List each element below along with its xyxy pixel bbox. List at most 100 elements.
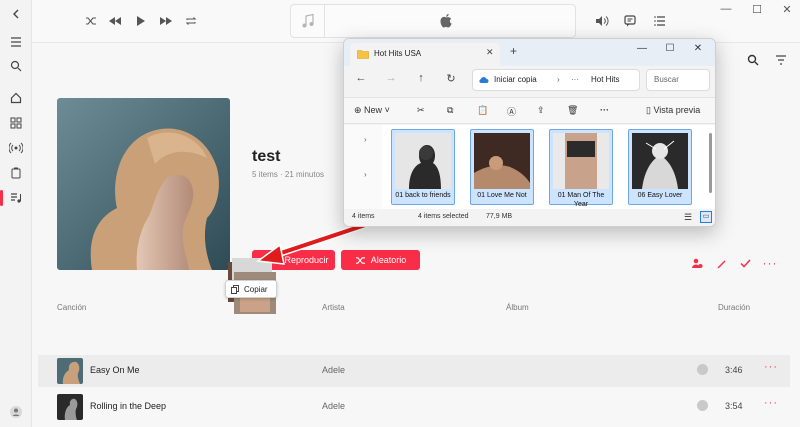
address-bar[interactable]: Iniciar copia › ··· Hot Hits — [472, 69, 640, 91]
add-user-icon[interactable] — [690, 256, 704, 270]
explorer-command-bar: ⊕ New ˅ ✂ ⧉ 📋 Ⓐ ⇪ 🗑 ··· ▯ Vista previa — [344, 97, 715, 124]
explorer-tab-strip: Hot Hits USA ✕ + — ☐ ✕ — [344, 39, 715, 66]
track-row[interactable]: Easy On Me Adele 3:46 ··· — [38, 355, 790, 387]
radio-icon[interactable] — [8, 140, 24, 156]
track-more-icon[interactable]: ··· — [764, 361, 778, 373]
back-icon[interactable]: ← — [354, 72, 368, 86]
shuffle-button-label: Aleatorio — [370, 255, 407, 265]
file-tile[interactable]: 01 back to friends — [391, 129, 455, 205]
explorer-search-placeholder: Buscar — [654, 75, 679, 84]
file-name: 01 back to friends — [395, 192, 451, 199]
explorer-tab-title: Hot Hits USA — [374, 49, 422, 58]
copy-tooltip-label: Copiar — [244, 285, 268, 294]
repeat-icon[interactable] — [182, 12, 200, 30]
music-app-window: — ☐ ✕ test 5 items · 21 minutos Reproduc… — [0, 0, 800, 427]
apple-logo-icon — [439, 13, 453, 34]
back-icon[interactable] — [8, 6, 24, 22]
menu-icon[interactable] — [8, 34, 24, 50]
playlist-icon[interactable] — [8, 190, 24, 206]
download-icon[interactable] — [697, 400, 708, 411]
track-artist[interactable]: Adele — [322, 401, 345, 411]
cut-icon[interactable]: ✂ — [417, 105, 425, 116]
new-tab-icon[interactable]: + — [510, 44, 517, 58]
shuffle-icon — [355, 256, 365, 264]
checkmark-icon[interactable] — [738, 256, 752, 270]
paste-icon[interactable]: 📋 — [477, 105, 488, 116]
tab-close-icon[interactable]: ✕ — [486, 47, 494, 58]
copy-icon[interactable]: ⧉ — [447, 105, 453, 116]
playlist-title: test — [252, 148, 281, 165]
lyrics-icon[interactable] — [621, 12, 639, 30]
next-icon[interactable] — [157, 12, 175, 30]
more-options-icon[interactable]: ··· — [763, 256, 777, 270]
search-icon[interactable] — [744, 51, 762, 69]
breadcrumb-2[interactable]: Hot Hits — [591, 75, 619, 84]
file-name: 01 Man Of The Year — [557, 192, 605, 208]
sort-icon[interactable] — [772, 51, 790, 69]
up-icon[interactable]: ↑ — [414, 72, 428, 86]
explorer-file-area: › › 01 back to friends 01 Love Me Not 01… — [344, 125, 715, 209]
track-duration: 3:46 — [725, 365, 743, 375]
folder-icon — [357, 50, 369, 59]
forward-icon[interactable]: → — [384, 72, 398, 86]
more-icon[interactable]: ··· — [600, 105, 609, 115]
now-playing-display — [290, 4, 576, 38]
file-thumbnail — [632, 133, 688, 189]
column-header-song[interactable]: Canción — [57, 303, 86, 312]
home-icon[interactable] — [8, 90, 24, 106]
browse-icon[interactable] — [8, 115, 24, 131]
status-item-count: 4 items — [352, 213, 375, 220]
player-toolbar: — ☐ ✕ — [32, 0, 800, 42]
breadcrumb-separator: › — [557, 75, 560, 84]
shuffle-button[interactable]: Aleatorio — [341, 250, 420, 270]
minimize-icon[interactable]: — — [715, 3, 737, 15]
explorer-nav-pane: › › — [344, 125, 382, 209]
breadcrumb-1[interactable]: Iniciar copia — [494, 75, 537, 84]
shuffle-icon[interactable] — [82, 12, 100, 30]
breadcrumb-overflow[interactable]: ··· — [571, 75, 579, 84]
volume-icon[interactable] — [593, 12, 611, 30]
explorer-tab[interactable]: Hot Hits USA ✕ — [350, 43, 500, 66]
previous-icon[interactable] — [106, 12, 124, 30]
refresh-icon[interactable]: ↻ — [444, 72, 458, 86]
tiles-view-icon[interactable]: ▭ — [700, 211, 712, 223]
close-icon[interactable]: ✕ — [690, 43, 706, 54]
preview-pane-button[interactable]: ▯ Vista previa — [646, 105, 700, 116]
account-icon[interactable] — [8, 404, 24, 420]
track-row[interactable]: Rolling in the Deep Adele 3:54 ··· — [38, 391, 790, 423]
nav-chevron-icon[interactable]: › — [364, 135, 367, 144]
library-icon[interactable] — [8, 165, 24, 181]
nav-chevron-icon[interactable]: › — [364, 170, 367, 179]
left-rail — [0, 0, 32, 427]
new-button[interactable]: ⊕ New ˅ — [354, 105, 390, 116]
maximize-icon[interactable]: ☐ — [662, 43, 678, 54]
track-more-icon[interactable]: ··· — [764, 397, 778, 409]
play-icon[interactable] — [132, 12, 150, 30]
track-artist[interactable]: Adele — [322, 365, 345, 375]
file-thumbnail — [395, 133, 451, 189]
column-header-album[interactable]: Álbum — [506, 303, 529, 312]
details-view-icon[interactable]: ☰ — [684, 212, 692, 223]
file-tile[interactable]: 01 Love Me Not — [470, 129, 534, 205]
close-icon[interactable]: ✕ — [776, 3, 798, 16]
column-header-duration[interactable]: Duración — [718, 303, 750, 312]
minimize-icon[interactable]: — — [634, 43, 650, 54]
maximize-icon[interactable]: ☐ — [746, 3, 768, 16]
explorer-scrollbar[interactable] — [709, 133, 712, 193]
file-tile[interactable]: 01 Man Of The Year — [549, 129, 613, 208]
file-tile[interactable]: 06 Easy Lover — [628, 129, 692, 205]
download-icon[interactable] — [697, 364, 708, 375]
track-title: Rolling in the Deep — [90, 401, 167, 411]
share-icon[interactable]: ⇪ — [537, 105, 545, 116]
queue-icon[interactable] — [651, 12, 669, 30]
explorer-search-field[interactable]: Buscar — [646, 69, 710, 91]
column-header-artist[interactable]: Artista — [322, 303, 345, 312]
explorer-nav-bar: ← → ↑ ↻ Iniciar copia › ··· Hot Hits Bus… — [344, 66, 715, 94]
edit-icon[interactable] — [714, 256, 728, 270]
file-thumbnail — [474, 133, 530, 189]
track-artwork — [57, 358, 83, 384]
track-title: Easy On Me — [90, 365, 140, 375]
rename-icon[interactable]: Ⓐ — [507, 105, 516, 118]
delete-icon[interactable]: 🗑 — [567, 105, 578, 116]
search-icon[interactable] — [8, 58, 24, 74]
